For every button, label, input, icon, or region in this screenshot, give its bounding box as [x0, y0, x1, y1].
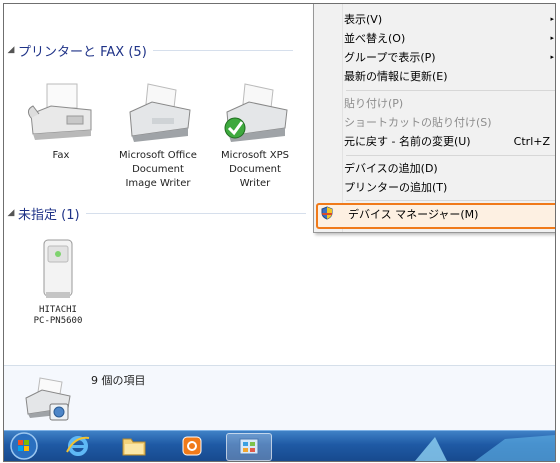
context-menu: 表示(V) ▸ 並べ替え(O) ▸ グループで表示(P) ▸ 最新の情報に更新(… [313, 4, 555, 233]
menu-item-refresh[interactable]: 最新の情報に更新(E) [344, 67, 555, 86]
start-button[interactable] [4, 432, 44, 460]
menu-item-group-by[interactable]: グループで表示(P) ▸ [344, 48, 555, 67]
collapse-arrow-icon[interactable]: ◢ [4, 208, 18, 218]
menu-icon-gutter [314, 4, 343, 232]
device-fax[interactable]: Fax [16, 80, 106, 163]
menu-item-label: ショートカットの貼り付け(S) [344, 116, 492, 129]
collapse-arrow-icon[interactable]: ◢ [4, 45, 18, 55]
taskbar-ie-button[interactable] [56, 433, 100, 459]
menu-item-add-printer[interactable]: プリンターの追加(T) [344, 178, 555, 197]
menu-separator [346, 155, 555, 156]
device-label: Fax [52, 150, 70, 161]
device-hitachi[interactable]: HITACHI PC-PN5600 [18, 236, 98, 327]
taskbar-control-panel-button[interactable] [226, 433, 272, 461]
menu-separator [346, 90, 555, 91]
submenu-arrow-icon: ▸ [550, 15, 554, 23]
group-divider [152, 49, 293, 51]
printer-icon [129, 83, 191, 142]
menu-item-label: デバイスの追加(D) [344, 162, 438, 175]
ie-icon [66, 436, 90, 456]
menu-item-undo-rename[interactable]: 元に戻す - 名前の変更(U) Ctrl+Z [344, 132, 555, 151]
devices-and-printers-window: ◢ プリンターと FAX (5) Fax Microsoft Office Do… [3, 3, 556, 462]
item-count: 9 個の項目 [91, 374, 146, 387]
device-label: Microsoft Office Document Image Writer [119, 150, 197, 189]
fax-icon [27, 83, 92, 140]
menu-item-paste-shortcut: ショートカットの貼り付け(S) [344, 113, 555, 132]
explorer-icon [122, 438, 146, 456]
group-title-printers: プリンターと FAX (5) [18, 44, 147, 60]
submenu-arrow-icon: ▸ [550, 34, 554, 42]
shortcut-label: Ctrl+Z [513, 135, 550, 148]
menu-item-sort-by[interactable]: 並べ替え(O) ▸ [344, 29, 555, 48]
menu-item-label: デバイス マネージャー(M) [348, 208, 479, 221]
shield-icon [321, 206, 333, 220]
taskbar-explorer-button[interactable] [112, 433, 156, 459]
menu-item-view[interactable]: 表示(V) ▸ [344, 10, 555, 29]
submenu-arrow-icon: ▸ [550, 53, 554, 61]
menu-separator [346, 200, 555, 201]
group-divider [85, 212, 306, 214]
menu-item-label: 表示(V) [344, 13, 383, 26]
group-header-printers[interactable]: ◢ プリンターと FAX (5) [4, 40, 324, 60]
taskbar [4, 430, 555, 461]
device-xps-writer[interactable]: Microsoft XPS Document Writer [210, 80, 300, 191]
taskbar-wallpaper-decoration [415, 435, 555, 461]
menu-item-add-device[interactable]: デバイスの追加(D) [344, 159, 555, 178]
printer-icon [224, 83, 288, 142]
menu-item-label: プリンターの追加(T) [344, 181, 448, 194]
group-title-unspecified: 未指定 (1) [18, 207, 80, 223]
media-player-icon [182, 436, 202, 456]
menu-item-label: 元に戻す - 名前の変更(U) [344, 135, 471, 148]
menu-item-paste: 貼り付け(P) [344, 94, 555, 113]
menu-item-device-manager[interactable]: デバイス マネージャー(M) [320, 205, 555, 224]
group-header-unspecified[interactable]: ◢ 未指定 (1) [4, 203, 324, 223]
printer-camera-icon [25, 377, 71, 421]
control-panel-icon [239, 438, 259, 455]
menu-item-label: 並べ替え(O) [344, 32, 406, 45]
taskbar-media-player-button[interactable] [170, 433, 214, 459]
details-pane: 9 個の項目 [4, 365, 555, 434]
menu-item-label: 貼り付け(P) [344, 97, 404, 110]
menu-item-label: グループで表示(P) [344, 51, 436, 64]
device-label: Microsoft XPS Document Writer [221, 150, 289, 189]
device-office-image-writer[interactable]: Microsoft Office Document Image Writer [113, 80, 203, 191]
device-label: HITACHI PC-PN5600 [33, 305, 83, 326]
device-tower-icon [43, 239, 73, 298]
menu-item-label: 最新の情報に更新(E) [344, 70, 448, 83]
start-orb-icon [10, 432, 38, 460]
